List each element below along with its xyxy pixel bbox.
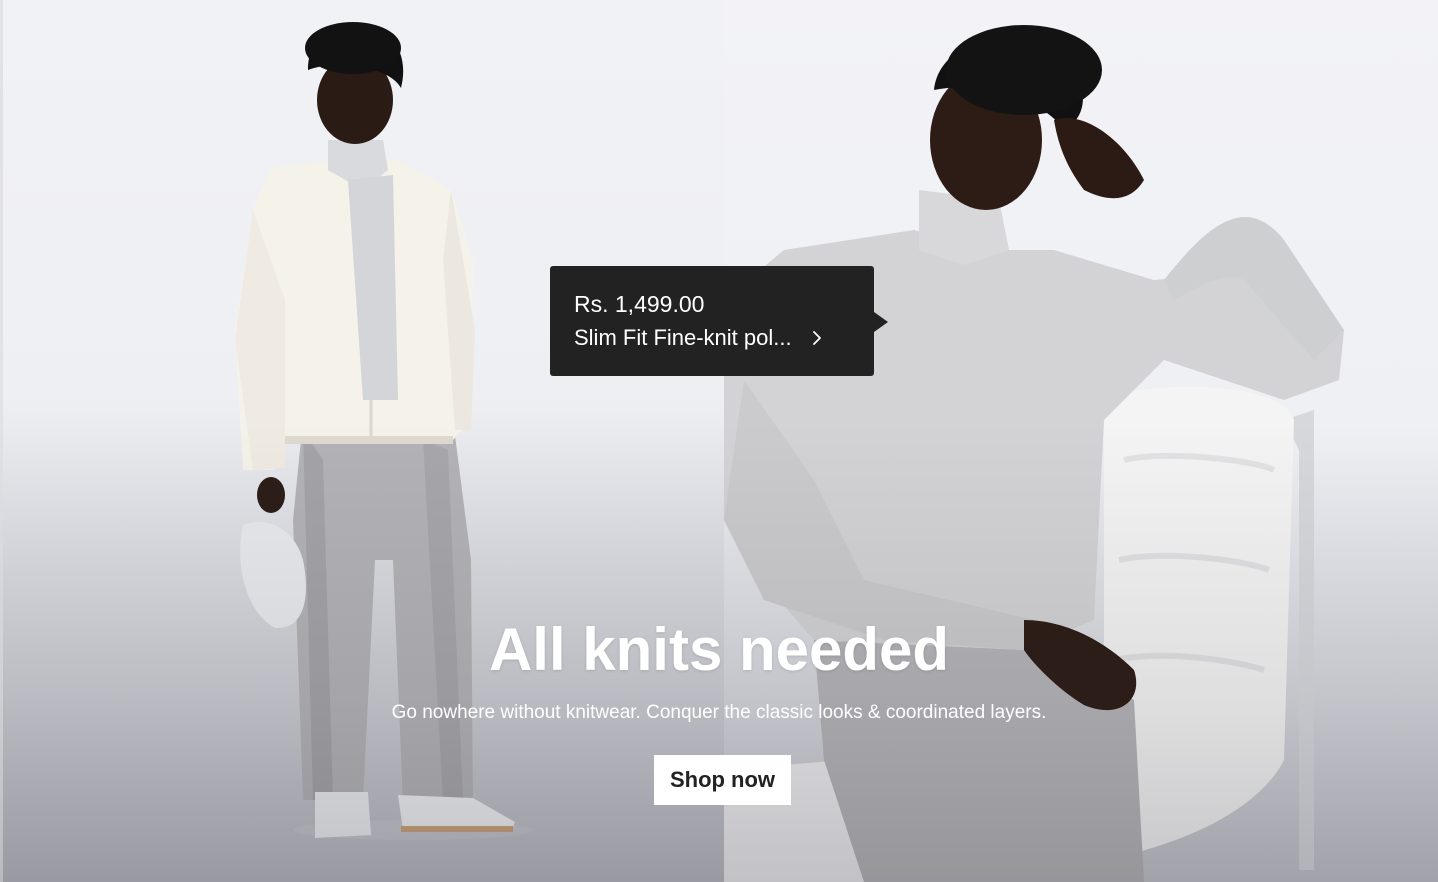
seated-model-photo: [724, 25, 1344, 882]
hero-banner[interactable]: Rs. 1,499.00 Slim Fit Fine-knit pol... A…: [0, 0, 1438, 882]
shop-now-button[interactable]: Shop now: [654, 755, 791, 805]
product-tag-tooltip[interactable]: Rs. 1,499.00 Slim Fit Fine-knit pol...: [550, 266, 888, 376]
chevron-right-icon: [810, 331, 824, 345]
product-price: Rs. 1,499.00: [574, 291, 705, 317]
hero-subtitle: Go nowhere without knitwear. Conquer the…: [391, 702, 1047, 723]
product-link[interactable]: Slim Fit Fine-knit pol...: [574, 324, 850, 352]
product-name: Slim Fit Fine-knit pol...: [574, 325, 792, 350]
hero-title: All knits needed: [488, 616, 950, 683]
hero-image-right[interactable]: [724, 0, 1438, 882]
standing-model-photo: [235, 22, 533, 840]
hero-image-left[interactable]: [0, 0, 724, 882]
